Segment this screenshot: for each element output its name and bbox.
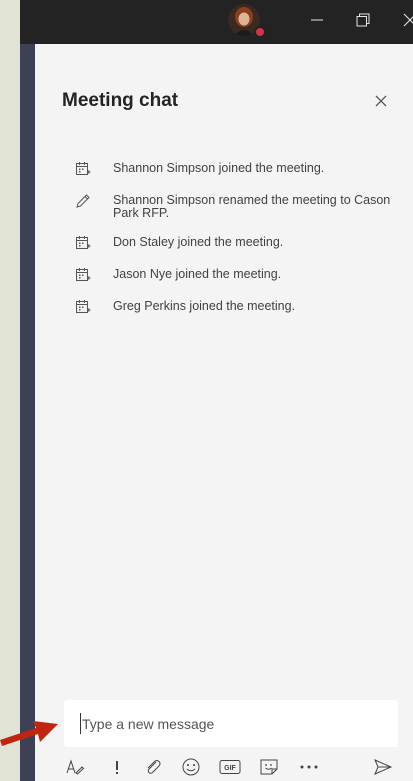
chat-panel xyxy=(35,44,413,781)
event-text: Shannon Simpson joined the meeting. xyxy=(113,161,325,175)
list-item: Shannon Simpson renamed the meeting to C… xyxy=(72,192,402,220)
send-icon xyxy=(374,759,393,775)
gif-icon: GIF xyxy=(219,760,241,774)
meeting-join-icon xyxy=(72,266,94,284)
important-button[interactable] xyxy=(106,756,128,778)
format-icon xyxy=(66,759,85,775)
text-caret xyxy=(80,713,81,734)
event-text: Shannon Simpson renamed the meeting to C… xyxy=(113,193,391,220)
pencil-icon xyxy=(72,192,94,210)
restore-icon[interactable] xyxy=(351,8,375,32)
event-text: Jason Nye joined the meeting. xyxy=(113,267,282,281)
list-item: Shannon Simpson joined the meeting. xyxy=(72,160,402,178)
presence-status-badge xyxy=(254,26,266,38)
send-button[interactable] xyxy=(372,756,394,778)
event-list: Shannon Simpson joined the meeting. Shan… xyxy=(72,160,402,330)
sticker-icon xyxy=(260,759,278,775)
close-chat-button[interactable] xyxy=(370,90,392,112)
more-icon xyxy=(300,765,318,769)
gif-button[interactable]: GIF xyxy=(218,756,242,778)
list-item: Greg Perkins joined the meeting. xyxy=(72,298,402,316)
compose-toolbar: GIF xyxy=(62,752,402,780)
more-options-button[interactable] xyxy=(298,756,320,778)
svg-text:GIF: GIF xyxy=(224,765,236,772)
event-text: Don Staley joined the meeting. xyxy=(113,235,284,249)
list-item: Don Staley joined the meeting. xyxy=(72,234,402,252)
attach-button[interactable] xyxy=(142,756,164,778)
meeting-join-icon xyxy=(72,298,94,316)
page-title: Meeting chat xyxy=(62,90,179,111)
compose-box[interactable] xyxy=(64,700,398,747)
emoji-icon xyxy=(182,758,200,776)
meeting-join-icon xyxy=(72,160,94,178)
meeting-join-icon xyxy=(72,234,94,252)
app-rail xyxy=(20,44,35,781)
event-text: Greg Perkins joined the meeting. xyxy=(113,299,296,313)
window-close-icon[interactable] xyxy=(398,8,413,32)
attach-icon xyxy=(147,760,161,774)
emoji-button[interactable] xyxy=(180,756,202,778)
title-bar xyxy=(20,0,413,44)
close-icon xyxy=(375,95,387,107)
annotation-arrow-icon xyxy=(0,721,58,746)
sticker-button[interactable] xyxy=(258,756,280,778)
format-button[interactable] xyxy=(64,756,86,778)
minimize-icon[interactable] xyxy=(305,8,329,32)
important-icon xyxy=(116,761,118,774)
message-input[interactable] xyxy=(82,713,382,735)
list-item: Jason Nye joined the meeting. xyxy=(72,266,402,284)
